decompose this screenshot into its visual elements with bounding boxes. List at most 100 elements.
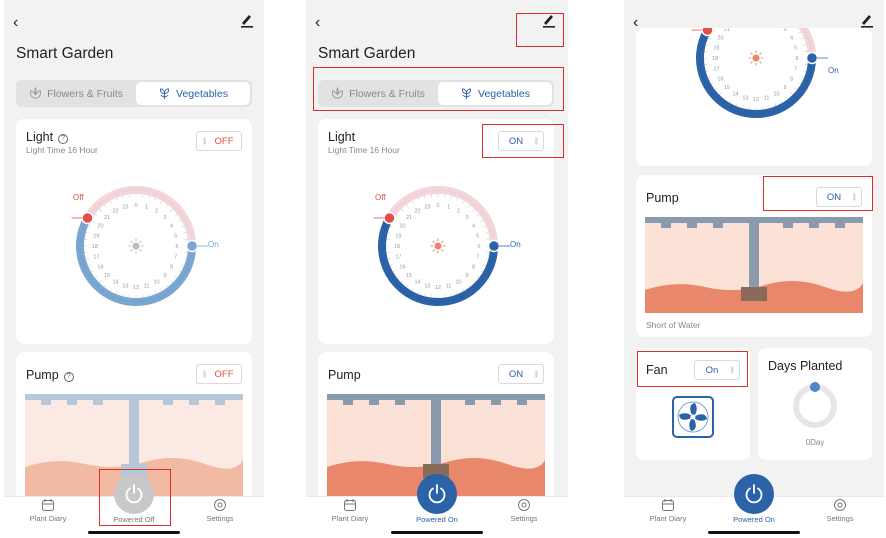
dial-off-handle[interactable] — [701, 28, 714, 37]
dial-tick — [424, 293, 426, 297]
dial-tick — [768, 105, 770, 109]
nav-plant-diary[interactable]: Plant Diary — [18, 498, 78, 523]
dial-tick — [160, 288, 163, 292]
dial-hour-label: 23 — [424, 204, 430, 210]
days-title: Days Planted — [768, 359, 843, 373]
toggle-grip-icon: ||| — [534, 371, 539, 378]
question-icon[interactable]: ? — [58, 134, 69, 144]
back-icon[interactable]: ‹ — [315, 14, 320, 32]
dial-tick — [790, 92, 793, 95]
dial-tick — [165, 204, 168, 208]
dial-tick — [94, 214, 98, 217]
gear-icon — [214, 499, 226, 511]
dial-hour-label: 18 — [394, 244, 400, 250]
pump-toggle[interactable]: ON ||| — [498, 364, 544, 384]
dial-hour-label: 7 — [794, 67, 797, 73]
dial-hour-label: 20 — [97, 224, 103, 230]
nav-plant-diary[interactable]: Plant Diary — [638, 498, 698, 523]
dial-tick — [456, 197, 459, 201]
dial-hour-label: 6 — [795, 56, 798, 62]
dial-off-handle[interactable] — [81, 211, 94, 225]
dial-tick — [104, 284, 107, 288]
dial-tick — [406, 284, 409, 288]
days-planted-card: Days Planted 0Day — [758, 348, 872, 460]
dial-hour-label: 8 — [472, 265, 475, 271]
light-title: Light? — [26, 130, 69, 144]
dial-hour-label: 20 — [399, 224, 405, 230]
power-circle — [734, 474, 774, 514]
power-label: Powered On — [733, 515, 775, 524]
dial-tick — [181, 225, 185, 228]
dial-hour-label: 3 — [465, 215, 468, 221]
dial-tick — [456, 291, 459, 295]
dial-on-handle[interactable] — [805, 51, 819, 65]
dial-hour-label: 16 — [717, 77, 723, 83]
dial-tick — [710, 82, 714, 85]
tab-vegetables[interactable]: Vegetables — [136, 82, 250, 105]
dial-tick — [87, 225, 91, 228]
dial-tick — [801, 76, 805, 79]
pencil-icon[interactable] — [860, 12, 874, 28]
sun-icon — [748, 50, 764, 66]
dial-off-handle[interactable] — [383, 211, 396, 225]
light-timer-dial[interactable]: 1234567891011121314151617181920212223 0 — [676, 28, 836, 126]
dial-off-label: Off — [73, 193, 84, 202]
dial-on-handle[interactable] — [185, 239, 199, 253]
nav-settings[interactable]: Settings — [494, 498, 554, 523]
dial-hour-label: 14 — [112, 280, 118, 286]
dial-tick — [742, 105, 744, 109]
dial-hour-label: 15 — [104, 273, 110, 279]
dial-hour-label: 11 — [446, 284, 452, 290]
calendar-icon — [344, 499, 356, 511]
dial-tick — [115, 197, 118, 201]
highlight-light-toggle — [482, 124, 564, 158]
dial-tick — [785, 96, 788, 100]
pencil-icon[interactable] — [240, 12, 254, 28]
dial-hour-label: 11 — [764, 96, 770, 102]
nav-label: Settings — [826, 514, 854, 523]
dial-hour-label: 4 — [170, 224, 173, 230]
dial-tick — [401, 209, 404, 212]
dial-tick — [401, 280, 404, 283]
dial-tick — [87, 264, 91, 267]
nav-settings[interactable]: Settings — [190, 498, 250, 523]
home-indicator — [391, 531, 483, 534]
dial-on-handle[interactable] — [487, 239, 501, 253]
light-toggle[interactable]: ||| OFF — [196, 131, 242, 151]
dial-hour-label: 9 — [163, 273, 166, 279]
dial-hour-label: 15 — [406, 273, 412, 279]
pump-toggle[interactable]: ||| OFF — [196, 364, 242, 384]
dial-tick — [85, 258, 89, 260]
dial-hour-label: 0 — [436, 203, 439, 209]
power-circle — [417, 474, 457, 514]
dial-hour-label: 18 — [712, 56, 718, 62]
back-icon[interactable]: ‹ — [13, 14, 18, 32]
question-icon[interactable]: ? — [63, 372, 74, 382]
page-title: Smart Garden — [16, 45, 114, 62]
sun-icon — [128, 238, 144, 254]
dial-tick — [148, 293, 150, 297]
dial-tick — [485, 258, 489, 260]
leaf-icon — [160, 88, 170, 100]
highlight-pump-toggle — [763, 176, 873, 211]
nav-plant-diary[interactable]: Plant Diary — [320, 498, 380, 523]
dial-tick — [417, 291, 420, 295]
dial-tick — [476, 214, 480, 217]
dial-hour-label: 10 — [455, 280, 461, 286]
power-button[interactable]: Powered On — [724, 474, 784, 524]
dial-hour-label: 6 — [477, 244, 480, 250]
nav-label: Settings — [206, 514, 234, 523]
dial-hour-label: 5 — [174, 233, 177, 239]
dial-hour-label: 18 — [92, 244, 98, 250]
tab-flowers-fruits[interactable]: Flowers & Fruits — [18, 82, 134, 105]
dial-on-label: On — [510, 240, 521, 249]
dial-hour-label: 1 — [145, 204, 148, 210]
nav-label: Plant Diary — [29, 514, 67, 523]
dial-tick — [160, 200, 163, 204]
dial-tick — [396, 214, 400, 217]
dial-tick — [417, 197, 420, 201]
nav-settings[interactable]: Settings — [810, 498, 870, 523]
dial-hour-label: 10 — [153, 280, 159, 286]
power-button[interactable]: Powered On — [407, 474, 467, 524]
dial-hour-label: 8 — [790, 77, 793, 83]
